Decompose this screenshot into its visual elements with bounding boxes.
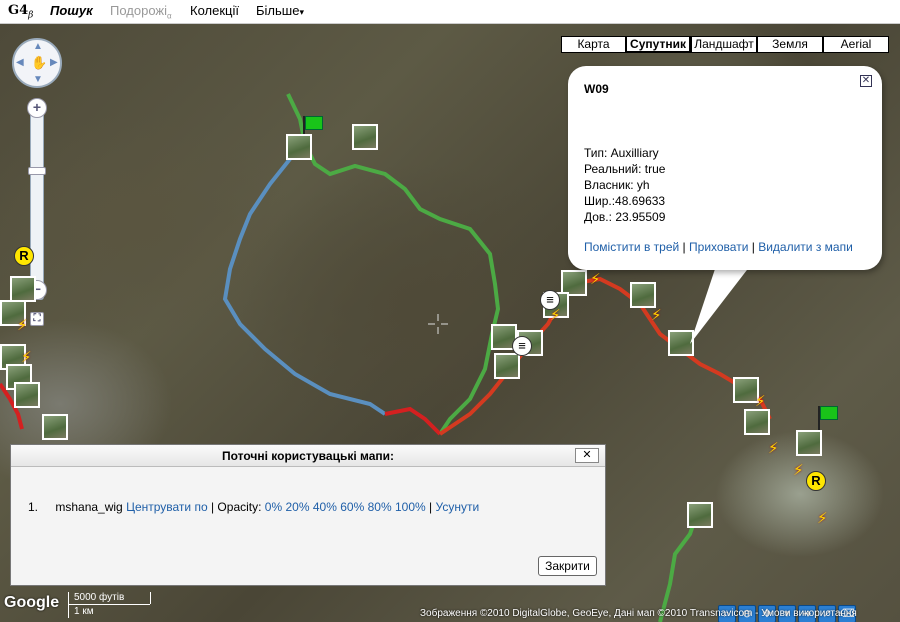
- photo-thumbnail[interactable]: [286, 134, 312, 160]
- maptype-terrain-button[interactable]: Ландшафт: [691, 36, 757, 53]
- zoom-slider[interactable]: [30, 100, 44, 300]
- scale-bar: 5000 футів 1 км: [68, 592, 152, 618]
- opacity-40-link[interactable]: 40%: [313, 500, 337, 514]
- center-on-link[interactable]: Центрувати по: [126, 500, 208, 514]
- info-window: W09 ✕ Тип: Auxilliary Реальний: true Вла…: [568, 66, 882, 270]
- r-pin-icon[interactable]: R: [14, 246, 34, 266]
- row-index: 1.: [28, 500, 39, 514]
- photo-thumbnail[interactable]: [14, 382, 40, 408]
- scale-km: 1 км: [74, 606, 94, 617]
- chevron-down-icon: ▾: [299, 7, 304, 17]
- close-icon[interactable]: ✕: [860, 75, 872, 87]
- r-pin-icon[interactable]: R: [806, 471, 826, 491]
- info-window-title: W09: [584, 82, 609, 96]
- menu-search[interactable]: Пошук: [50, 3, 93, 18]
- waypoint-icon[interactable]: ⚡: [651, 306, 662, 324]
- waypoint-longitude: Дов.: 23.95509: [584, 210, 666, 224]
- pan-left-icon[interactable]: ◀: [16, 57, 24, 68]
- opacity-label: | Opacity:: [210, 500, 262, 514]
- menu-more[interactable]: Більше▾: [256, 3, 304, 18]
- maptype-earth-button[interactable]: Земля: [757, 36, 823, 53]
- photo-thumbnail[interactable]: [630, 282, 656, 308]
- google-logo[interactable]: Google: [4, 594, 59, 612]
- note-pin-icon[interactable]: ≡: [540, 290, 560, 310]
- start-flag-icon[interactable]: [305, 116, 323, 130]
- opacity-100-link[interactable]: 100%: [395, 500, 426, 514]
- opacity-0-link[interactable]: 0%: [265, 500, 282, 514]
- photo-thumbnail[interactable]: [494, 353, 520, 379]
- photo-thumbnail[interactable]: [10, 276, 36, 302]
- photo-thumbnail[interactable]: [668, 330, 694, 356]
- map-name: mshana_wig: [55, 500, 123, 514]
- photo-thumbnail[interactable]: [352, 124, 378, 150]
- maptype-aerial-button[interactable]: Aerial: [823, 36, 889, 53]
- info-window-details: Тип: Auxilliary Реальний: true Власник: …: [584, 145, 665, 225]
- panel-title: Поточні користувацькі мапи:: [11, 445, 605, 467]
- close-button[interactable]: Закрити: [538, 556, 597, 576]
- top-menu: G4β Пошук Подорожіα Колекції Більше▾: [0, 0, 900, 24]
- maptype-satellite-button[interactable]: Супутник: [626, 36, 691, 53]
- waypoint-icon[interactable]: ⚡: [21, 348, 32, 366]
- pan-right-icon[interactable]: ▶: [50, 57, 58, 68]
- note-pin-icon[interactable]: ≡: [512, 336, 532, 356]
- waypoint-latitude: Шир.:48.69633: [584, 194, 666, 208]
- opacity-80-link[interactable]: 80%: [368, 500, 392, 514]
- hand-icon[interactable]: ✋: [31, 55, 47, 71]
- pan-control[interactable]: ▲ ▼ ◀ ▶ ✋: [12, 38, 62, 88]
- zoom-slider-thumb[interactable]: [28, 167, 46, 175]
- route-red-1: [384, 406, 442, 436]
- waypoint-owner: Власник: yh: [584, 178, 650, 192]
- panel-close-icon[interactable]: ✕: [575, 448, 599, 463]
- opacity-60-link[interactable]: 60%: [340, 500, 364, 514]
- copyright-text: Зображення ©2010 DigitalGlobe, GeoEye, Д…: [420, 608, 857, 619]
- menu-trips: Подорожіα: [110, 3, 172, 21]
- pan-down-icon[interactable]: ▼: [33, 74, 43, 85]
- row-separator: |: [429, 500, 433, 514]
- waypoint-real: Реальний: true: [584, 162, 666, 176]
- opacity-20-link[interactable]: 20%: [285, 500, 309, 514]
- fullscreen-icon[interactable]: ⛶: [30, 312, 44, 326]
- pan-up-icon[interactable]: ▲: [33, 41, 43, 52]
- crosshair-icon: [428, 314, 448, 334]
- photo-thumbnail[interactable]: [42, 414, 68, 440]
- waypoint-icon[interactable]: ⚡: [768, 439, 779, 457]
- maptype-map-button[interactable]: Карта: [561, 36, 626, 53]
- app-logo[interactable]: G4β: [8, 3, 33, 21]
- route-blue: [222, 157, 387, 416]
- route-green: [286, 93, 501, 436]
- waypoint-type: Тип: Auxilliary: [584, 146, 659, 160]
- waypoint-icon[interactable]: ⚡: [590, 270, 601, 288]
- end-flag-icon[interactable]: [820, 406, 838, 420]
- remove-from-map-link[interactable]: Видалити з мапи: [758, 240, 853, 254]
- waypoint-icon[interactable]: ⚡: [793, 461, 804, 479]
- waypoint-icon[interactable]: ⚡: [817, 509, 828, 527]
- photo-thumbnail[interactable]: [744, 409, 770, 435]
- scale-feet: 5000 футів: [74, 592, 125, 603]
- waypoint-icon[interactable]: ⚡: [755, 392, 766, 410]
- remove-map-link[interactable]: Усунути: [436, 500, 480, 514]
- user-map-row: 1. mshana_wig Центрувати по | Opacity: 0…: [28, 500, 479, 514]
- add-to-track-link[interactable]: Помістити в трей: [584, 240, 679, 254]
- hide-link[interactable]: Приховати: [689, 240, 748, 254]
- user-maps-panel: Поточні користувацькі мапи: ✕ 1. mshana_…: [10, 444, 606, 586]
- info-window-links: Помістити в трей | Приховати | Видалити …: [584, 240, 853, 254]
- photo-thumbnail[interactable]: [687, 502, 713, 528]
- waypoint-icon[interactable]: ⚡: [17, 316, 28, 334]
- zoom-in-button[interactable]: +: [27, 98, 47, 118]
- photo-thumbnail[interactable]: [796, 430, 822, 456]
- menu-collections[interactable]: Колекції: [190, 3, 239, 18]
